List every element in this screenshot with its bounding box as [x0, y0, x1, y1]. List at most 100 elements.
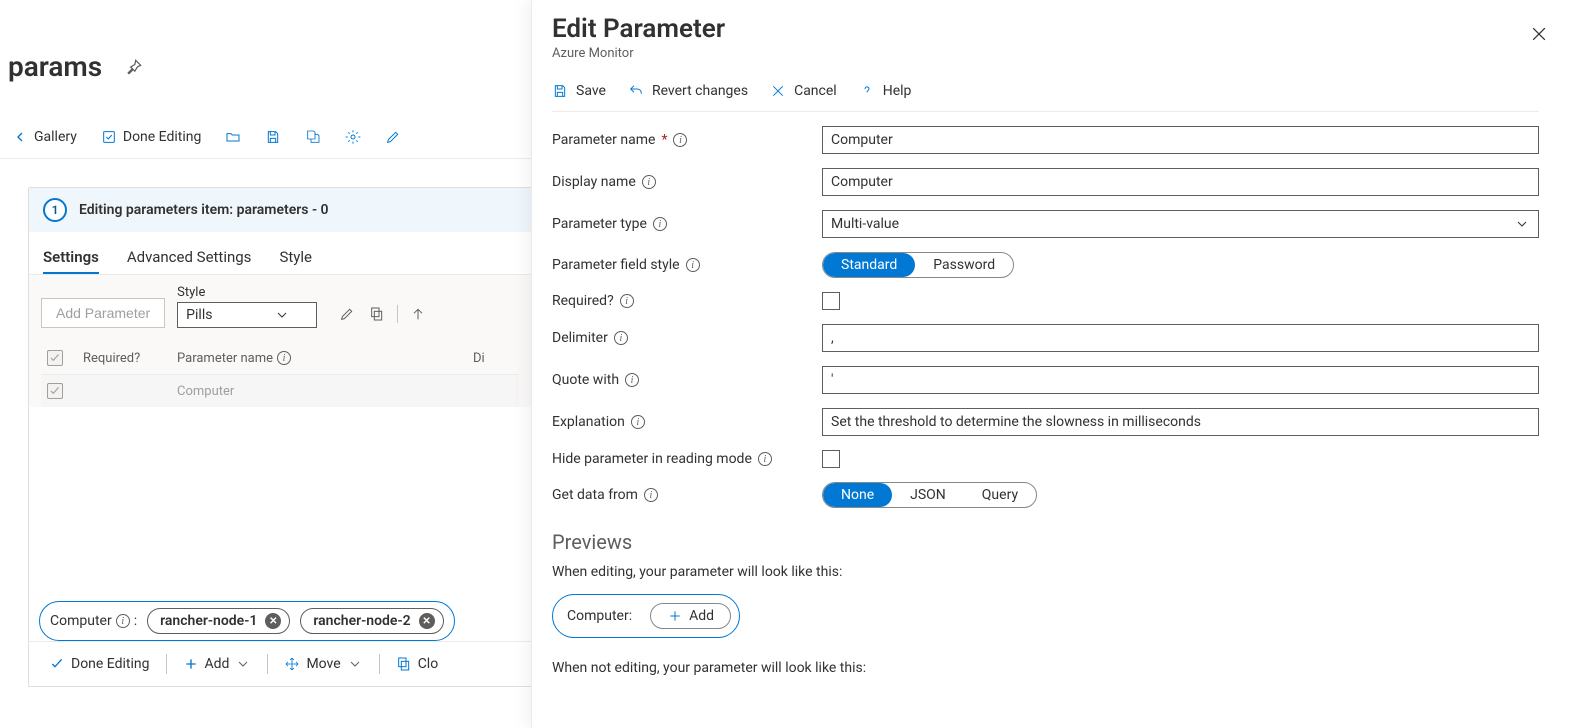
footer-clone-label: Clo	[418, 656, 439, 672]
param-type-label: Parameter type	[552, 216, 647, 232]
separator	[166, 654, 167, 674]
settings-toolbar: Add Parameter Style Pills	[29, 275, 531, 407]
editor-tabs: Settings Advanced Settings Style	[29, 232, 531, 275]
save-button[interactable]: Save	[552, 83, 606, 99]
required-asterisk: *	[661, 132, 667, 148]
field-style-label: Parameter field style	[552, 257, 680, 273]
table-row[interactable]: Computer	[41, 375, 519, 407]
gear-icon	[345, 129, 361, 145]
option-password[interactable]: Password	[915, 253, 1013, 277]
tab-style[interactable]: Style	[279, 242, 312, 274]
edit-top-button[interactable]	[381, 125, 405, 149]
previews-heading: Previews	[552, 530, 1539, 554]
help-icon	[859, 83, 875, 99]
panel-toolbar: Save Revert changes Cancel Help	[552, 83, 1539, 112]
save-as-button[interactable]	[301, 125, 325, 149]
style-select[interactable]: Pills	[177, 302, 317, 328]
page-title: params	[8, 50, 102, 83]
add-parameter-button[interactable]: Add Parameter	[41, 298, 165, 328]
remove-pill-button[interactable]: ✕	[419, 613, 435, 629]
open-button[interactable]	[221, 125, 245, 149]
info-icon[interactable]: i	[620, 294, 634, 308]
footer-done-editing[interactable]: Done Editing	[41, 652, 158, 676]
separator	[397, 305, 398, 323]
close-panel-button[interactable]	[1523, 18, 1555, 50]
grid-header: Required? Parameter name i Di	[41, 342, 519, 375]
info-icon[interactable]: i	[642, 175, 656, 189]
pin-icon	[124, 57, 144, 77]
option-query[interactable]: Query	[964, 483, 1036, 507]
get-data-label: Get data from	[552, 487, 638, 503]
pencil-icon	[339, 306, 355, 322]
footer-move[interactable]: Move	[276, 652, 370, 676]
quote-with-input[interactable]	[822, 366, 1539, 394]
close-icon	[770, 83, 786, 99]
done-editing-button[interactable]: Done Editing	[97, 125, 206, 149]
plus-icon	[667, 608, 683, 624]
info-icon[interactable]: i	[614, 331, 628, 345]
option-json[interactable]: JSON	[892, 483, 964, 507]
editor-card: 1 Editing parameters item: parameters - …	[28, 187, 532, 687]
info-icon[interactable]: i	[758, 452, 772, 466]
info-icon[interactable]: i	[673, 133, 687, 147]
pill-text: rancher-node-2	[313, 613, 410, 629]
command-bar: Gallery Done Editing	[0, 115, 540, 159]
gallery-button[interactable]: Gallery	[8, 125, 81, 149]
computer-pill-control[interactable]: Computer i: rancher-node-1 ✕ rancher-nod…	[39, 601, 455, 641]
help-label: Help	[883, 83, 912, 99]
revert-button[interactable]: Revert changes	[628, 83, 748, 99]
col-parameter-name: Parameter name	[177, 351, 273, 366]
help-button[interactable]: Help	[859, 83, 912, 99]
info-icon[interactable]: i	[625, 373, 639, 387]
folder-open-icon	[225, 129, 241, 145]
workbook-background: params Gallery Done Editing	[0, 0, 540, 728]
delimiter-label: Delimiter	[552, 330, 608, 346]
footer-add[interactable]: Add	[175, 652, 260, 676]
save-icon	[552, 83, 568, 99]
display-name-input[interactable]	[822, 168, 1539, 196]
required-checkbox[interactable]	[822, 292, 840, 310]
chevron-down-icon	[1514, 216, 1530, 232]
footer-add-label: Add	[205, 656, 230, 672]
edit-row-button[interactable]	[337, 304, 357, 324]
delimiter-input[interactable]	[822, 324, 1539, 352]
preview-add-button[interactable]: Add	[650, 603, 731, 629]
tab-settings[interactable]: Settings	[43, 242, 99, 274]
save-as-icon	[305, 129, 321, 145]
arrow-up-icon	[410, 306, 426, 322]
option-standard[interactable]: Standard	[823, 253, 915, 277]
footer-move-label: Move	[306, 656, 340, 672]
remove-pill-button[interactable]: ✕	[265, 613, 281, 629]
info-icon[interactable]: i	[116, 614, 130, 628]
move-icon	[284, 656, 300, 672]
param-type-select[interactable]: Multi-value	[822, 210, 1539, 238]
save-icon	[265, 129, 281, 145]
footer-clone[interactable]: Clo	[388, 652, 447, 676]
done-editing-label: Done Editing	[123, 129, 202, 145]
param-name-label: Parameter name	[552, 132, 655, 148]
info-icon[interactable]: i	[644, 488, 658, 502]
close-icon	[1529, 24, 1549, 44]
copy-row-button[interactable]	[367, 304, 387, 324]
pin-button[interactable]	[118, 51, 150, 83]
cancel-button[interactable]: Cancel	[770, 83, 837, 99]
row-checkbox[interactable]	[47, 383, 63, 399]
editor-header-title: Editing parameters item: parameters - 0	[79, 202, 329, 218]
info-icon[interactable]: i	[686, 258, 700, 272]
info-icon[interactable]: i	[631, 415, 645, 429]
hide-param-checkbox[interactable]	[822, 450, 840, 468]
info-icon[interactable]: i	[277, 351, 291, 365]
explanation-input[interactable]	[822, 408, 1539, 436]
row-action-icons	[337, 304, 428, 328]
get-data-segmented: None JSON Query	[822, 482, 1037, 508]
param-name-input[interactable]	[822, 126, 1539, 154]
preview-editing-pill[interactable]: Computer: Add	[552, 594, 740, 638]
settings-top-button[interactable]	[341, 125, 365, 149]
info-icon[interactable]: i	[653, 217, 667, 231]
option-none[interactable]: None	[823, 483, 892, 507]
style-select-value: Pills	[186, 307, 212, 323]
tab-advanced-settings[interactable]: Advanced Settings	[127, 242, 252, 274]
save-button-top[interactable]	[261, 125, 285, 149]
move-up-button[interactable]	[408, 304, 428, 324]
select-all-checkbox[interactable]	[47, 350, 63, 366]
